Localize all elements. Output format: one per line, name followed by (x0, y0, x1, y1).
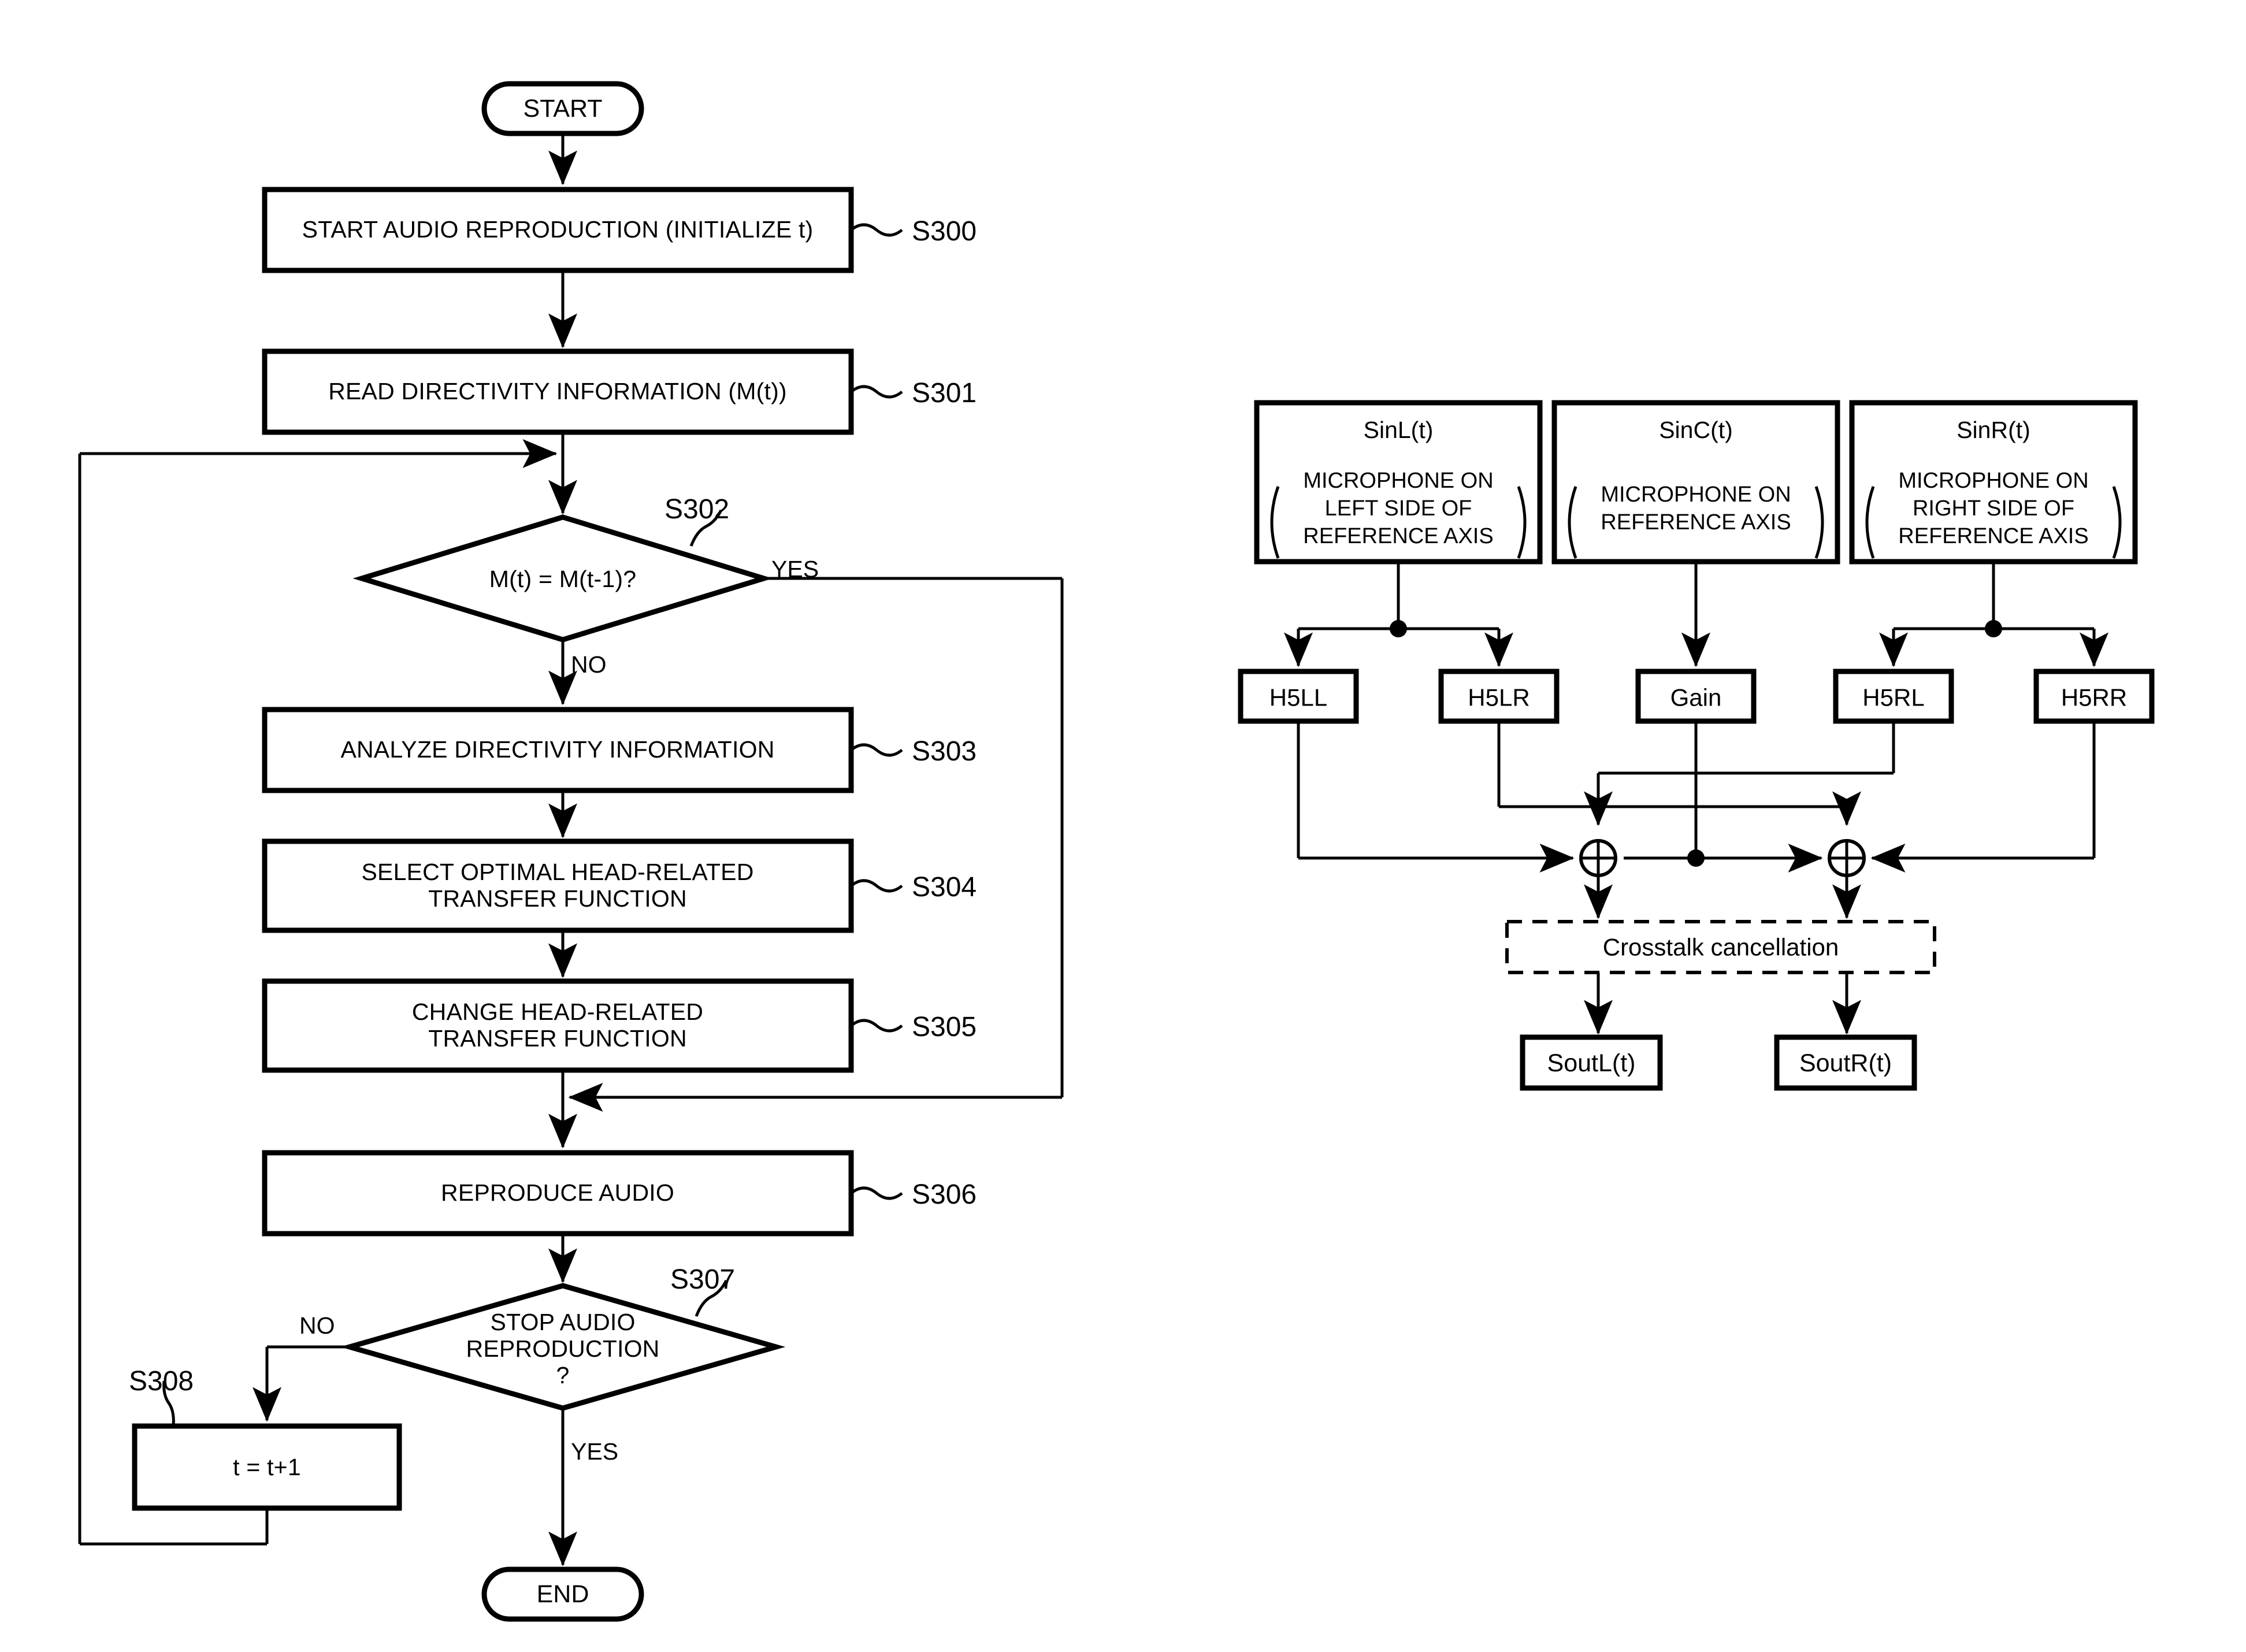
s301-step-tag: S301 (912, 378, 977, 409)
sinc-desc-line2: REFERENCE AXIS (1601, 510, 1791, 534)
soutl-label: SoutL(t) (1547, 1049, 1636, 1077)
s303-label: ANALYZE DIRECTIVITY INFORMATION (340, 736, 775, 763)
s307-no-label: NO (299, 1312, 335, 1339)
sinc-title: SinC(t) (1659, 417, 1733, 444)
sinr-title: SinR(t) (1957, 417, 2030, 444)
s306-step-tag: S306 (912, 1179, 977, 1210)
h5ll-label: H5LL (1269, 684, 1328, 711)
s307-step-tag: S307 (670, 1264, 736, 1295)
s300-step-tag: S300 (912, 216, 977, 247)
junction-dot-gain (1687, 849, 1705, 867)
crosstalk-label: Crosstalk cancellation (1602, 933, 1839, 961)
s302-label: M(t) = M(t-1)? (489, 566, 637, 593)
diagram-vector-layer (78, 81, 2155, 1622)
s306-label: REPRODUCE AUDIO (441, 1179, 674, 1206)
s307-yes-label: YES (571, 1438, 619, 1465)
start-terminal-label: START (523, 94, 603, 122)
sinr-desc-line1: MICROPHONE ON (1898, 468, 2089, 493)
junction-dot-sinl (1390, 620, 1407, 637)
s307-label: STOP AUDIO REPRODUCTION ? (466, 1309, 660, 1389)
soutr-label: SoutR(t) (1799, 1049, 1892, 1077)
s300-label: START AUDIO REPRODUCTION (INITIALIZE t) (302, 216, 814, 243)
s305-step-tag: S305 (912, 1012, 977, 1042)
sinr-desc-line3: REFERENCE AXIS (1898, 524, 2089, 548)
s304-step-tag: S304 (912, 872, 977, 903)
h5lr-label: H5LR (1468, 684, 1530, 711)
s303-step-tag: S303 (912, 736, 977, 767)
sinl-desc-line1: MICROPHONE ON (1303, 468, 1494, 493)
end-terminal-label: END (536, 1580, 589, 1608)
s308-step-tag: S308 (129, 1366, 194, 1397)
h5rl-label: H5RL (1862, 684, 1925, 711)
sinr-desc-line2: RIGHT SIDE OF (1912, 496, 2075, 521)
h5rr-label: H5RR (2061, 684, 2128, 711)
s304-label: SELECT OPTIMAL HEAD-RELATED TRANSFER FUN… (361, 859, 754, 912)
s302-yes-label: YES (771, 556, 819, 582)
junction-dot-sinr (1985, 620, 2002, 637)
figure-canvas: START END START AUDIO REPRODUCTION (INIT… (0, 0, 2246, 1652)
sinl-desc-line2: LEFT SIDE OF (1324, 496, 1472, 521)
sinl-title: SinL(t) (1363, 417, 1434, 444)
gain-label: Gain (1670, 684, 1722, 711)
sinc-desc-line1: MICROPHONE ON (1601, 482, 1791, 507)
sinl-desc-line3: REFERENCE AXIS (1303, 524, 1494, 548)
s302-step-tag: S302 (664, 494, 730, 525)
s302-no-label: NO (571, 651, 607, 678)
s308-label: t = t+1 (233, 1454, 301, 1481)
s301-label: READ DIRECTIVITY INFORMATION (M(t)) (328, 378, 787, 405)
s305-label: CHANGE HEAD-RELATED TRANSFER FUNCTION (411, 998, 704, 1052)
